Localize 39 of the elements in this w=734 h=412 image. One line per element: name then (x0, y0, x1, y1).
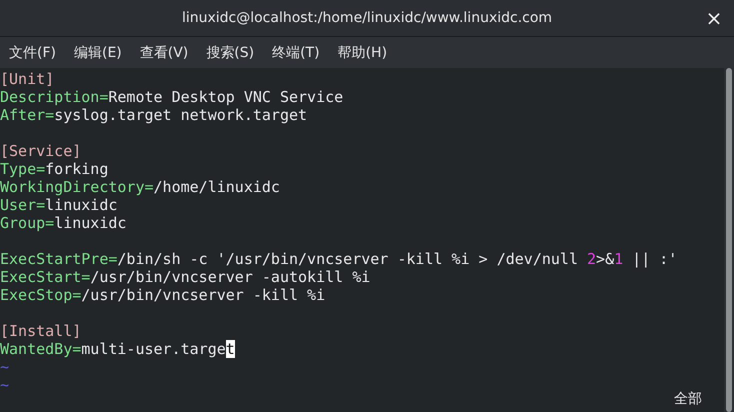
section-header: [Install] (0, 322, 82, 340)
empty-line-marker: ~ (0, 358, 10, 376)
config-key: User= (0, 196, 46, 214)
section-header: [Service] (0, 142, 82, 160)
menu-item[interactable]: 搜索(S) (201, 40, 260, 66)
menu-item[interactable]: 查看(V) (134, 40, 194, 66)
menu-item[interactable]: 终端(T) (267, 40, 325, 66)
config-key: Group= (0, 214, 54, 232)
window-title: linuxidc@localhost:/home/linuxidc/www.linuxidc.com (182, 10, 552, 26)
menu-item[interactable]: 编辑(E) (68, 40, 127, 66)
config-key: WorkingDirectory= (0, 178, 154, 196)
cursor-character: t (226, 340, 235, 358)
config-key: ExecStart= (0, 268, 90, 286)
config-value: /usr/bin/vncserver -autokill %i (90, 268, 370, 286)
config-value: /usr/bin/vncserver -kill %i (81, 286, 326, 304)
config-key: Description= (0, 88, 108, 106)
config-value: /home/linuxidc (154, 178, 280, 196)
menu-item[interactable]: 文件(F) (4, 40, 61, 66)
section-header: [Unit] (0, 70, 54, 88)
empty-line-marker: ~ (0, 376, 10, 394)
number-literal: 2 (587, 250, 596, 268)
config-key: ExecStartPre= (0, 250, 118, 268)
config-value: /bin/sh -c '/usr/bin/vncserver -kill %i > /dev/null (117, 250, 579, 268)
config-value: linuxidc (54, 214, 126, 232)
config-key: Type= (0, 160, 46, 178)
config-key: WantedBy= (0, 340, 82, 358)
config-key: ExecStop= (0, 286, 82, 304)
config-key: After= (0, 106, 54, 124)
config-value: linuxidc (45, 196, 118, 214)
number-literal: 1 (614, 250, 624, 268)
config-value: multi-user.targe (81, 340, 226, 358)
close-button[interactable]: × (704, 8, 724, 28)
config-value: >& (596, 250, 614, 268)
config-value: forking (45, 160, 108, 178)
config-value: || :' (631, 250, 678, 268)
menu-item[interactable]: 帮助(H) (332, 40, 392, 66)
config-value: syslog.target network.target (54, 106, 308, 124)
status-ruler: 全部 (674, 390, 702, 408)
config-value: Remote Desktop VNC Service (108, 88, 344, 106)
